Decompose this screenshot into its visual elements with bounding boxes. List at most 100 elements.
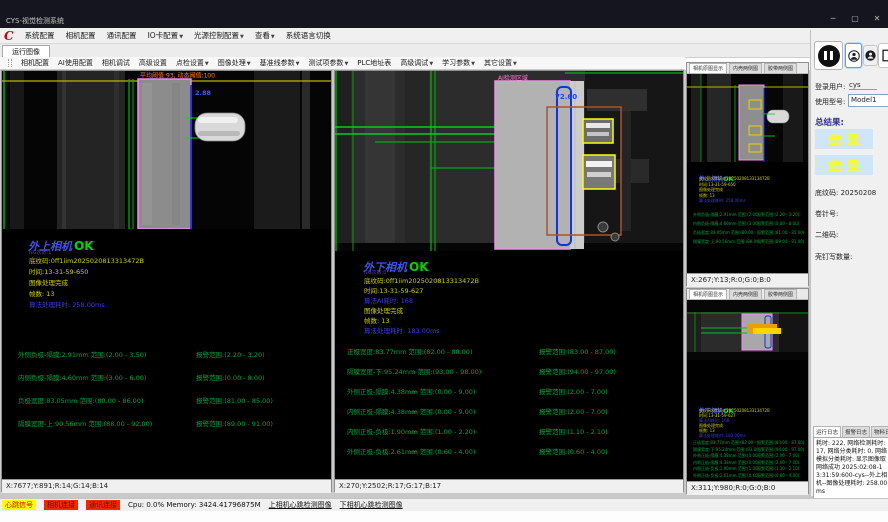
alarm-range: 报警范围:(2.00 - 7.00) (539, 386, 608, 396)
thumb-top-panel: 相机原图显示内壳两侧图胶带两侧图 外上相机OK 底纹码:0ff1iim2 (686, 62, 809, 286)
operator-user-button[interactable] (845, 43, 862, 68)
measurement-row: 隔膜宽度-下:95.24mm 范围:(93.00 - 98.00) 报警范围:(… (347, 366, 616, 376)
thumb-view-tab[interactable]: 内壳两侧图 (729, 289, 762, 299)
app-window: CYS-视觉检测系统 ─ ▢ ✕ C 系统配置▼ 相机配置▼ 通讯配置▼ IO卡… (0, 0, 888, 522)
menubar: C 系统配置▼ 相机配置▼ 通讯配置▼ IO卡配置▼ 光源控制配置▼ 查看▼ 系… (0, 28, 888, 44)
chevron-down-icon: ▼ (179, 34, 183, 40)
measurement-row: 隔膜宽度-上:90.56mm 范围:(88.00 - 92.00) 报警范围:(… (693, 237, 804, 246)
menu-item[interactable]: 相机配置▼ (66, 30, 96, 41)
alarm-range: 报警范围:(0.60 - 4.00) (757, 473, 799, 480)
login-user-value[interactable]: cys (849, 81, 877, 90)
toolbar-button[interactable]: 高级调试▼ (400, 58, 433, 68)
alarm-range: 报警范围:(1.10 - 2.10) (539, 426, 608, 436)
camera-info-line: 帧数: 13 (364, 316, 479, 326)
alarm-range: 报警范围:(2.20 - 3.20) (757, 210, 799, 219)
measurement-row: 内侧负极-隔膜:4.60mm 范围:(3.00 - 6.00) 报警范围:(0.… (693, 219, 804, 228)
toolbar-button[interactable]: 基准线参数▼ (260, 58, 300, 68)
chevron-down-icon: ▼ (429, 61, 433, 67)
window-bottom-strip (0, 511, 888, 522)
measurement-row: 外侧正极-隔膜:4.38mm 范围:(0.00 - 9.00) 报警范围:(2.… (347, 386, 616, 396)
chevron-down-icon: ▼ (240, 34, 244, 40)
thumb-top-tabs: 相机原图显示内壳两侧图胶带两侧图 (687, 63, 808, 74)
qr-label: 二维码: (815, 230, 838, 240)
pause-button[interactable] (814, 41, 843, 70)
mid-camera-image: AI检测区域 72.60 (335, 71, 683, 251)
measurement-value: 隔膜宽度-下:95.24mm 范围:(93.00 - 98.00) (347, 366, 539, 376)
measurement-value: 隔膜宽度-上:90.56mm 范围:(88.00 - 92.00) (18, 418, 196, 428)
thumb-view-tab[interactable]: 胶带两侧图 (764, 63, 797, 73)
log-tab[interactable]: 运行日志 (813, 426, 841, 437)
alarm-range: 报警范围:(0.00 - 8.00) (196, 372, 265, 382)
measurement-value: 外侧正极-隔膜:4.38mm 范围:(0.00 - 9.00) (347, 386, 539, 396)
thumb-view-tab[interactable]: 胶带两侧图 (764, 289, 797, 299)
thumb-bottom-panel: 相机原图显示内壳两侧图胶带两侧图 外下相机OK 底纹码:0ff1iim20250… (686, 288, 809, 494)
menu-item[interactable]: 查看▼ (255, 30, 275, 41)
left-camera-results: 外上相机OK NG次数:1 底纹码:0ff1iim202502081331347… (2, 229, 331, 479)
camera-info-line: 图像处理完成 (364, 306, 479, 316)
camera-info-line: 算法AI耗时: 168 (364, 296, 479, 306)
toolbar-button[interactable]: 学习参数▼ (442, 58, 475, 68)
measurement-value: 内侧正极-隔膜:4.38mm 范围:(0.00 - 9.00) (347, 406, 539, 416)
menu-item[interactable]: 光源控制配置▼ (194, 30, 244, 41)
comm-status-badge: 通讯连接 (86, 500, 120, 510)
thumb-view-tab[interactable]: 内壳两侧图 (729, 63, 762, 73)
alarm-range: 报警范围:(89.00 - 91.00) (196, 418, 273, 428)
bottom-camera-heartbeat-link[interactable]: 下相机心跳检测图像 (340, 500, 403, 510)
log-tab[interactable]: 物料日志 (871, 426, 888, 437)
toolbar-button[interactable]: PLC地址表▼ (357, 58, 391, 68)
toolbar-button[interactable]: 测试项参数▼ (308, 58, 348, 68)
mid-camera-results: 外下相机OK NG次数:0 底纹码:0ff1iim202502081331347… (335, 251, 683, 479)
thumb-bottom-tabs: 相机原图显示内壳两侧图胶带两侧图 (687, 289, 808, 300)
measurement-value: 内侧负极-隔膜:4.60mm 范围:(3.00 - 6.00) (693, 219, 757, 228)
toolbar-button[interactable]: 点检设置▼ (176, 58, 209, 68)
measurement-row: 隔膜宽度-上:90.56mm 范围:(88.00 - 92.00) 报警范围:(… (18, 418, 273, 428)
menu-item[interactable]: 系统配置▼ (25, 30, 55, 41)
menu-item[interactable]: 通讯配置▼ (107, 30, 137, 41)
result-ok-badge: OK (74, 239, 94, 253)
camera-info-line: 算法处理耗时: 258.00ms (699, 198, 770, 204)
menu-item[interactable]: 系统语言切换▼ (286, 30, 331, 41)
camera-info-line: 算法处理耗时: 258.00ms (29, 300, 144, 311)
model-label: 使用型号: (815, 97, 845, 107)
minimize-button[interactable]: ─ (826, 14, 840, 23)
measure-overlay-label: 72.60 (555, 93, 577, 101)
tab-strip: 运行图像 (0, 44, 888, 58)
model-input[interactable]: Model1 (848, 94, 888, 107)
measurement-value: 内侧负极-隔膜:4.60mm 范围:(3.00 - 6.00) (18, 372, 196, 382)
toolbar-button[interactable]: 相机配置▼ (21, 58, 49, 68)
toolbar-button[interactable]: 其它设置▼ (484, 58, 517, 68)
measurement-value: 正极宽度:83.77mm 范围:(82.00 - 88.00) (347, 346, 539, 356)
maximize-button[interactable]: ▢ (848, 14, 862, 23)
log-tab[interactable]: 报警日志 (842, 426, 870, 437)
alarm-range: 报警范围:(94.00 - 97.00) (539, 366, 616, 376)
ai-area-overlay-label: AI检测区域 (498, 74, 528, 82)
thumb-bottom-image (687, 300, 808, 360)
thumb-view-tab[interactable]: 相机原图显示 (689, 289, 727, 299)
logout-button[interactable] (878, 43, 888, 68)
menu-item[interactable]: IO卡配置▼ (148, 30, 183, 41)
close-button[interactable]: ✕ (870, 14, 884, 23)
measurement-row: 内侧正极-负极:1.90mm 范围:(1.00 - 2.20) 报警范围:(1.… (347, 426, 616, 436)
alarm-range: 报警范围:(0.00 - 8.00) (757, 219, 799, 228)
top-camera-heartbeat-link[interactable]: 上相机心跳检测图像 (269, 500, 332, 510)
log-box[interactable]: 耗时: 222, 网络检测耗时: 17, 网络分类耗时: 0, 网络模拟分类耗时… (813, 437, 888, 499)
thumb-top-image (687, 74, 808, 162)
admin-user-button[interactable] (863, 45, 878, 66)
thumb-top-results: 外上相机OK 底纹码:0ff1iim2025020813313472B时间:13… (687, 162, 808, 273)
app-statusbar: 心跳信号 相机连接 通讯连接 Cpu: 0.0% Memory: 3424.41… (0, 498, 888, 511)
toolbar-button[interactable]: 高级设置▼ (139, 58, 167, 68)
measurement-value: 内侧正极-负极:1.90mm 范围:(1.00 - 2.20) (347, 426, 539, 436)
toolbar-button[interactable]: 图像处理▼ (218, 58, 251, 68)
window-title: CYS-视觉检测系统 (6, 16, 64, 26)
measurement-row: 外侧负极-隔膜:2.91mm 范围:(2.00 - 3.50) 报警范围:(2.… (18, 349, 273, 359)
result-ok-badge: OK (409, 260, 429, 274)
alarm-range: 报警范围:(0.60 - 4.00) (539, 446, 608, 456)
thumb-view-tab[interactable]: 相机原图显示 (689, 63, 727, 73)
app-logo-icon: C (4, 30, 14, 42)
toolbar-button[interactable]: 相机调试▼ (102, 58, 130, 68)
toolbar-button[interactable]: AI使用配置▼ (58, 58, 93, 68)
measurement-row: 内侧正极-隔膜:4.38mm 范围:(0.00 - 9.00) 报警范围:(2.… (347, 406, 616, 416)
camera-status-badge: 相机连接 (44, 500, 78, 510)
user-dark-icon (865, 49, 876, 62)
thumb-bottom-results: 外下相机OK 底纹码:0ff1iim2025020813313472B时间:13… (687, 360, 808, 481)
